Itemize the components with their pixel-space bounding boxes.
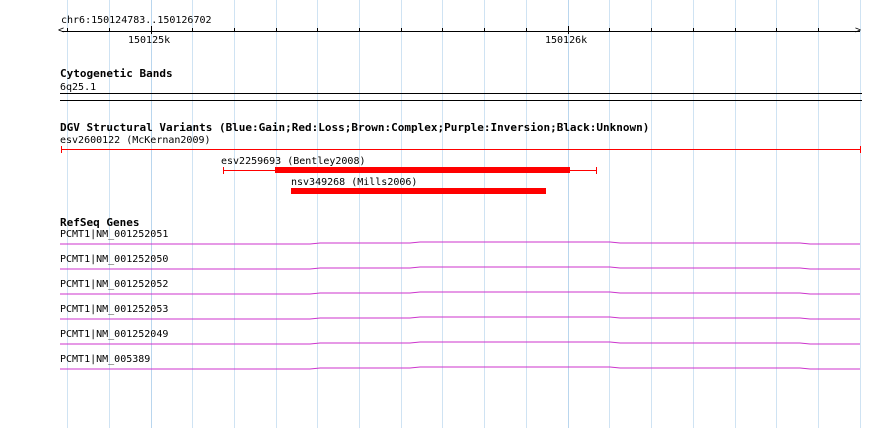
ruler-tick — [693, 28, 694, 32]
ruler-tick — [401, 28, 402, 32]
grid-line — [860, 0, 861, 428]
gene-model[interactable] — [60, 238, 860, 250]
ruler-tick — [276, 28, 277, 32]
ruler-tick-label-150126k: 150126k — [545, 35, 588, 46]
ruler-tick — [442, 28, 443, 32]
ruler-tick — [151, 26, 152, 34]
cytoband-bottom-line — [60, 100, 862, 101]
ruler-left-arrow-icon: < — [58, 25, 65, 36]
ruler-axis — [62, 31, 860, 32]
ruler-tick — [735, 28, 736, 32]
variant-esv2600122-left-cap — [61, 146, 62, 153]
variant-esv2259693-right-cap — [596, 167, 597, 174]
dgv-track-title[interactable]: DGV Structural Variants (Blue:Gain;Red:L… — [60, 122, 649, 134]
cytoband-label: 6q25.1 — [60, 82, 97, 93]
ruler-tick — [359, 28, 360, 32]
gene-model[interactable] — [60, 288, 860, 300]
gene-model[interactable] — [60, 363, 860, 375]
ruler-tick — [651, 28, 652, 32]
ruler-right-arrow-icon: > — [855, 25, 862, 36]
ruler-tick-label-150125k: 150125k — [128, 35, 171, 46]
ruler-tick — [609, 28, 610, 32]
ruler-tick — [526, 28, 527, 32]
variant-label-esv2259693[interactable]: esv2259693 (Bentley2008) — [221, 156, 366, 167]
ruler-tick — [568, 26, 569, 34]
gene-model[interactable] — [60, 313, 860, 325]
gene-model[interactable] — [60, 338, 860, 350]
variant-esv2259693-left-cap — [223, 167, 224, 174]
ruler-tick — [317, 28, 318, 32]
variant-esv2600122[interactable] — [61, 149, 861, 150]
refseq-track-title[interactable]: RefSeq Genes — [60, 217, 139, 229]
ruler-tick — [818, 28, 819, 32]
ruler-tick — [109, 28, 110, 32]
variant-esv2259693[interactable] — [275, 167, 570, 173]
variant-label-esv2600122[interactable]: esv2600122 (McKernan2009) — [60, 135, 211, 146]
ruler-tick — [234, 28, 235, 32]
ruler-tick — [67, 28, 68, 32]
gene-model[interactable] — [60, 263, 860, 275]
cytoband-top-line — [60, 93, 862, 94]
cytoband-track-title[interactable]: Cytogenetic Bands — [60, 68, 173, 80]
ruler-range-label: chr6:150124783..150126702 — [61, 15, 212, 26]
ruler-tick — [484, 28, 485, 32]
variant-label-nsv349268[interactable]: nsv349268 (Mills2006) — [291, 177, 417, 188]
ruler-tick — [776, 28, 777, 32]
variant-nsv349268[interactable] — [291, 188, 546, 194]
ruler-tick — [192, 28, 193, 32]
variant-esv2600122-right-cap — [860, 146, 861, 153]
